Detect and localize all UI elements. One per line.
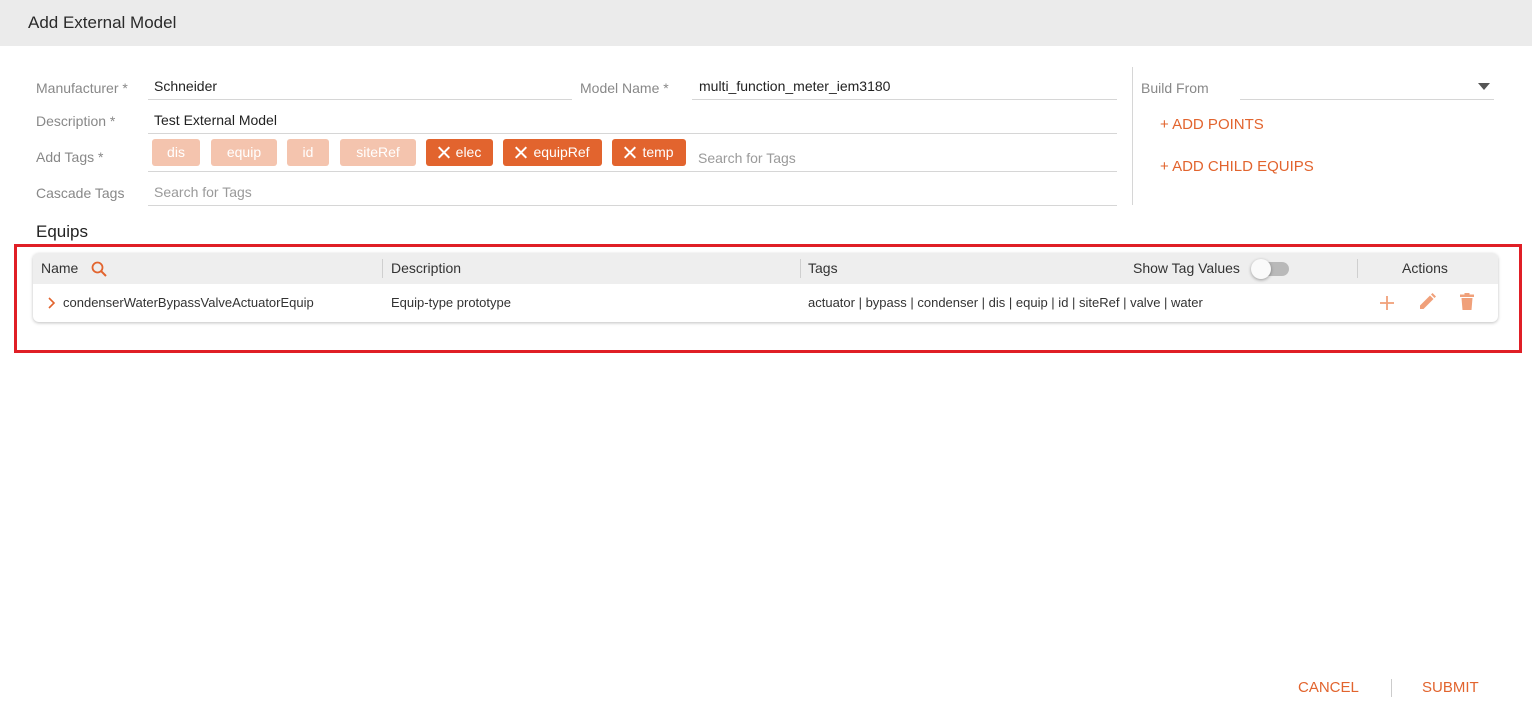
table-header: Name Description Tags Show Tag Values Ac… — [33, 253, 1498, 284]
tag-chip-id: id — [287, 139, 329, 166]
equip-name-cell: condenserWaterBypassValveActuatorEquip — [63, 295, 314, 310]
tag-chip-elec: elec — [426, 139, 493, 166]
equip-tags-cell: actuator | bypass | condenser | dis | eq… — [808, 295, 1203, 310]
column-divider — [1132, 67, 1133, 205]
add-points-button[interactable]: + ADD POINTS — [1160, 116, 1264, 133]
add-icon[interactable] — [1380, 296, 1394, 310]
build-from-label: Build From — [1141, 80, 1209, 96]
tag-chip-equipref: equipRef — [503, 139, 602, 166]
delete-trash-icon[interactable] — [1460, 293, 1474, 310]
footer-divider — [1391, 679, 1392, 697]
add-child-equips-button[interactable]: + ADD CHILD EQUIPS — [1160, 158, 1314, 175]
cascade-tags-input[interactable]: Search for Tags — [148, 180, 1117, 206]
equips-table: Name Description Tags Show Tag Values Ac… — [33, 253, 1498, 322]
search-icon[interactable] — [91, 261, 107, 277]
manufacturer-input[interactable]: Schneider — [148, 74, 572, 100]
equips-title: Equips — [36, 222, 88, 241]
show-tag-values-toggle[interactable] — [1251, 259, 1289, 279]
model-name-input[interactable]: multi_function_meter_iem3180 — [692, 74, 1117, 100]
submit-button[interactable]: SUBMIT — [1422, 679, 1479, 696]
toggle-knob — [1251, 259, 1271, 279]
column-separator[interactable] — [1357, 259, 1358, 278]
column-header-actions: Actions — [1402, 260, 1448, 276]
description-label: Description * — [36, 113, 116, 129]
add-tags-label: Add Tags * — [36, 149, 104, 165]
chevron-right-icon[interactable] — [48, 297, 56, 309]
equip-description-cell: Equip-type prototype — [391, 295, 511, 310]
remove-tag-elec-icon[interactable] — [438, 147, 449, 158]
manufacturer-label: Manufacturer * — [36, 80, 128, 96]
cascade-tags-label: Cascade Tags — [36, 185, 125, 201]
remove-tag-equipref-icon[interactable] — [515, 147, 526, 158]
cancel-button[interactable]: CANCEL — [1298, 679, 1359, 696]
tag-chip-temp: temp — [612, 139, 686, 166]
tag-chip-equip: equip — [211, 139, 277, 166]
show-tag-values-label: Show Tag Values — [1133, 260, 1240, 276]
edit-pencil-icon[interactable] — [1418, 293, 1436, 311]
column-separator[interactable] — [800, 259, 801, 278]
build-from-select[interactable] — [1240, 74, 1494, 100]
column-header-description[interactable]: Description — [391, 253, 461, 284]
tag-chip-dis: dis — [152, 139, 200, 166]
description-input[interactable]: Test External Model — [148, 108, 1117, 134]
dialog-header: Add External Model — [0, 0, 1532, 46]
column-header-name[interactable]: Name — [41, 253, 78, 284]
add-tags-search-input[interactable]: Search for Tags — [698, 150, 796, 166]
column-separator[interactable] — [382, 259, 383, 278]
model-name-label: Model Name * — [580, 80, 669, 96]
chevron-down-icon — [1478, 83, 1490, 90]
column-header-tags[interactable]: Tags — [808, 253, 838, 284]
remove-tag-temp-icon[interactable] — [624, 147, 635, 158]
dialog-title: Add External Model — [28, 13, 177, 32]
tag-chip-siteref: siteRef — [340, 139, 416, 166]
